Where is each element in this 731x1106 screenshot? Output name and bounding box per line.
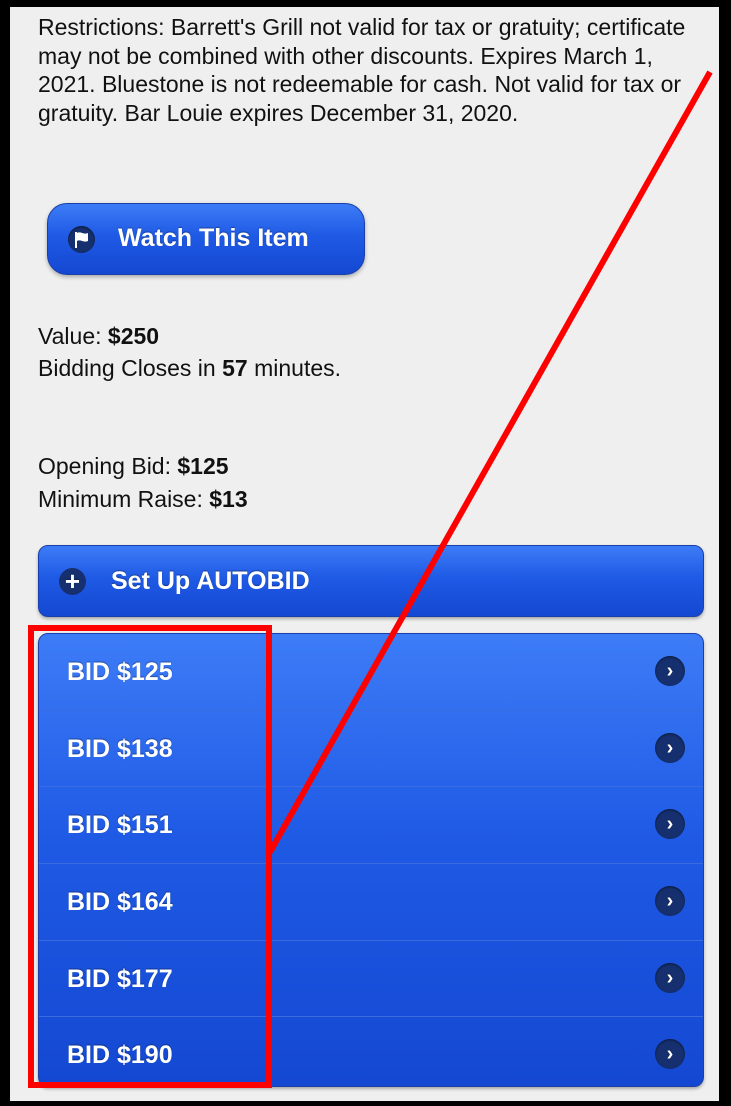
setup-autobid-button[interactable]: + Set Up AUTOBID <box>38 545 704 617</box>
opening-bid-label: Opening Bid: <box>38 453 171 479</box>
value-label: Value: <box>38 323 102 349</box>
plus-icon: + <box>59 568 86 595</box>
closing-minutes: 57 <box>222 355 248 381</box>
bid-list: BID $125 › BID $138 › BID $151 › BID $16… <box>38 633 704 1087</box>
watch-item-label: Watch This Item <box>118 224 309 252</box>
bid-label: BID $151 <box>67 811 173 840</box>
chevron-right-icon: › <box>655 809 685 840</box>
closing-suffix: minutes. <box>254 355 342 381</box>
chevron-right-icon: › <box>655 1039 685 1070</box>
chevron-right-icon: › <box>655 732 685 763</box>
bid-row-138[interactable]: BID $138 › <box>39 711 703 788</box>
screen-frame: Restrictions: Barrett's Grill not valid … <box>10 7 719 1101</box>
opening-bid-amount: $125 <box>177 453 229 479</box>
bid-label: BID $177 <box>67 964 173 993</box>
bid-row-177[interactable]: BID $177 › <box>39 941 703 1018</box>
bid-row-151[interactable]: BID $151 › <box>39 787 703 865</box>
chevron-right-icon: › <box>655 886 685 917</box>
opening-bid-line: Opening Bid: $125 <box>38 453 229 480</box>
setup-autobid-label: Set Up AUTOBID <box>111 567 310 595</box>
chevron-right-icon: › <box>655 962 685 993</box>
minimum-raise-line: Minimum Raise: $13 <box>38 486 248 513</box>
bid-label: BID $125 <box>67 658 173 686</box>
bid-label: BID $190 <box>67 1041 173 1070</box>
watch-item-button[interactable]: Watch This Item <box>47 203 365 275</box>
minimum-raise-amount: $13 <box>209 486 248 512</box>
bid-row-125[interactable]: BID $125 › <box>39 634 703 711</box>
closing-line: Bidding Closes in 57 minutes. <box>38 355 341 382</box>
bid-row-190[interactable]: BID $190 › <box>39 1017 703 1086</box>
bid-label: BID $138 <box>67 734 173 763</box>
closing-prefix: Bidding Closes in <box>38 355 216 381</box>
restrictions-text: Restrictions: Barrett's Grill not valid … <box>38 14 686 126</box>
flag-icon <box>68 226 95 253</box>
bid-label: BID $164 <box>67 888 173 917</box>
chevron-right-icon: › <box>655 656 685 686</box>
value-amount: $250 <box>107 323 160 349</box>
bid-row-164[interactable]: BID $164 › <box>39 864 703 941</box>
value-line: Value: $250 <box>38 323 159 350</box>
minimum-raise-label: Minimum Raise: <box>38 486 203 512</box>
